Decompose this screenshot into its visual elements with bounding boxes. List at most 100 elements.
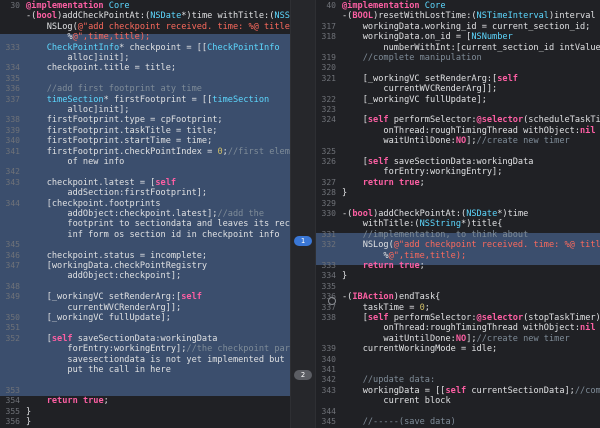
code-text: //-----(save data) xyxy=(362,417,456,427)
code-text: checkpoint.status = incomplete; xyxy=(26,250,208,261)
line-number: 341 xyxy=(321,365,336,374)
code-text: } xyxy=(342,271,348,282)
code-text: addObject:checkpoint]; xyxy=(26,271,182,282)
code-text: firstFootprint.startTime = time; xyxy=(26,136,213,147)
code-text: waitUntilDone:NO];//create new timer xyxy=(342,333,570,344)
left-header-line-number: 30 xyxy=(10,1,20,10)
code-text: //complete manipulation xyxy=(362,53,482,63)
code-text: currentWVCRenderArg]]; xyxy=(26,302,182,313)
code-text: //implementation, to think about xyxy=(362,229,529,240)
change-badge-2[interactable]: 2 xyxy=(294,370,312,380)
code-text: forEntry:workingEntry]; xyxy=(342,167,503,178)
code-text: return true; xyxy=(362,177,425,188)
code-text: firstFootprint.type = cpFootprint; xyxy=(26,115,223,126)
code-text: savesectiondata is not yet implemented b… xyxy=(26,354,290,365)
line-number: 318 xyxy=(321,32,336,42)
code-text: [_workingVC fullUpdate]; xyxy=(342,94,487,105)
code-text: firstFootprint.checkPointIndex = 0;//fir… xyxy=(26,146,290,157)
code-text: NSLog(@"add checkpoint received. time: %… xyxy=(342,240,600,251)
diff-gutter xyxy=(290,0,316,428)
code-text: checkpoint.latest = [self xyxy=(26,177,177,188)
line-number: 339 xyxy=(5,125,20,135)
line-number: 344 xyxy=(5,198,20,208)
code-text: [self saveSectionData:workingData xyxy=(342,157,534,167)
line-number: 345 xyxy=(5,240,20,250)
code-text: } xyxy=(342,188,348,199)
line-number: 321 xyxy=(321,73,336,83)
line-number: 326 xyxy=(321,157,336,166)
code-text: -(BOOL)resetWithLostTime:(NSTimeInterval… xyxy=(342,11,596,22)
line-number: 350 xyxy=(5,313,20,322)
code-text: } xyxy=(26,417,32,427)
line-number: 347 xyxy=(5,261,20,270)
code-text: addSection:firstFootprint]; xyxy=(26,188,208,199)
code-text: forEntry:workingEntry];//the checkpoint … xyxy=(26,344,290,355)
line-number: 336 xyxy=(5,84,20,94)
line-number: 346 xyxy=(5,250,20,260)
code-text: [self performSelector:@selector(schedule… xyxy=(342,115,600,126)
code-text: currentWorkingMode = idle; xyxy=(342,344,498,355)
code-text: checkpoint.title = title; xyxy=(26,63,177,74)
line-number: 356 xyxy=(5,417,20,426)
line-number: 337 xyxy=(5,94,20,104)
code-text: numberWithInt:[current_section_id intVal… xyxy=(342,42,600,53)
code-text: -(bool)addCheckPointAt:(NSDate*)time xyxy=(342,209,529,219)
line-number: 342 xyxy=(321,375,336,385)
line-number: 340 xyxy=(5,136,20,146)
line-number: 338 xyxy=(5,115,20,125)
line-number: 342 xyxy=(5,167,20,177)
right-editor-pane[interactable]: 40 @implementation Core -(BOOL)resetWithLo… xyxy=(316,0,600,428)
code-text: taskTime = 0; xyxy=(342,302,430,313)
code-text: waitUntilDone:NO];//create new timer xyxy=(342,136,570,147)
line-number: 332 xyxy=(321,240,336,250)
line-number: 343 xyxy=(5,177,20,187)
line-number: 317 xyxy=(321,21,336,31)
line-number: 341 xyxy=(5,146,20,156)
code-text: -(bool)addCheckPointAt:(NSDate*)time wit… xyxy=(26,11,290,22)
line-number: 323 xyxy=(321,105,336,114)
code-text: [_workingVC fullUpdate]; xyxy=(26,313,171,323)
code-text: alloc]init]; xyxy=(26,53,130,63)
line-number: 334 xyxy=(5,63,20,73)
line-number: 349 xyxy=(5,292,20,302)
line-number: 330 xyxy=(321,209,336,218)
line-number: 335 xyxy=(321,281,336,291)
line-number: 354 xyxy=(5,396,20,406)
code-text: [self saveSectionData:workingData xyxy=(26,333,218,344)
code-text: withTitle:(NSString*)title{ xyxy=(342,219,503,230)
code-text: %@",time,title); xyxy=(342,250,467,261)
change-badge-1[interactable]: 1 xyxy=(294,236,312,246)
code-text: inf form os section id in checkpoint inf… xyxy=(26,229,280,240)
line-number: 339 xyxy=(321,344,336,354)
code-text: } xyxy=(26,406,32,417)
line-number: 329 xyxy=(321,198,336,208)
code-text: currentWVCRenderArg]]; xyxy=(342,84,498,95)
breakpoint-circle-icon[interactable] xyxy=(328,297,336,305)
code-text: alloc]init]; xyxy=(26,105,130,115)
code-text: @implementation Core xyxy=(342,1,446,11)
code-text: //update data: xyxy=(362,375,436,386)
code-text: put the call in here xyxy=(26,365,171,375)
code-text: return true; xyxy=(362,261,425,271)
code-text: [_workingVC setRenderArg:[self xyxy=(26,292,202,303)
line-number: 355 xyxy=(5,406,20,416)
code-text: current block xyxy=(342,396,451,407)
code-text: @implementation Core xyxy=(26,1,130,11)
line-number: 322 xyxy=(321,94,336,104)
line-number: 331 xyxy=(321,229,336,239)
line-number: 328 xyxy=(321,188,336,198)
code-text: workingData.on_id = [NSNumber xyxy=(342,32,513,43)
right-header-line-number: 40 xyxy=(326,1,336,10)
line-number: 335 xyxy=(5,73,20,83)
line-number: 319 xyxy=(321,53,336,62)
line-number: 334 xyxy=(321,271,336,281)
code-text: onThread:roughTimingThread withObject:ni… xyxy=(342,125,596,136)
line-number: 338 xyxy=(321,313,336,322)
line-number: 333 xyxy=(321,261,336,270)
code-text: -(IBAction)endTask{ xyxy=(342,292,441,303)
line-number: 351 xyxy=(5,323,20,333)
line-number: 340 xyxy=(321,354,336,364)
left-editor-pane[interactable]: 30 @implementation Core -(bool)addCheckPoi… xyxy=(0,0,290,428)
code-text: workingData.working_id = current_section… xyxy=(342,21,591,32)
code-text: footprint to sectiondata and leaves its … xyxy=(26,219,290,230)
